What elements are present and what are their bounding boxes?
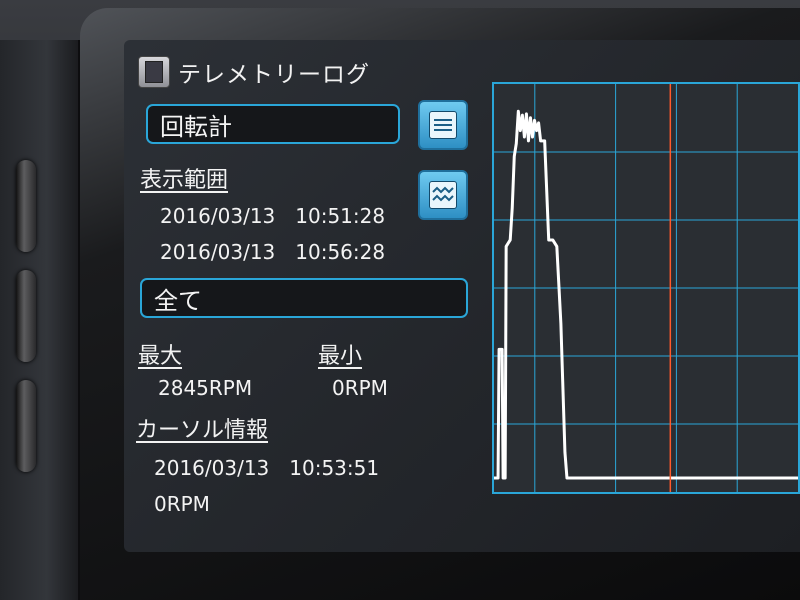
cursor-value: 0RPM bbox=[154, 492, 210, 516]
list-view-button[interactable] bbox=[418, 100, 468, 150]
max-heading: 最大 bbox=[138, 344, 183, 369]
max-value: 2845RPM bbox=[158, 376, 253, 400]
document-icon bbox=[138, 56, 170, 88]
filter-select-value: 全て bbox=[154, 286, 202, 315]
waveform-icon bbox=[429, 181, 457, 209]
graph-view-button[interactable] bbox=[418, 170, 468, 220]
hardware-button-2[interactable] bbox=[16, 270, 36, 362]
screen: テレメトリーログ 回転計 表示範囲 2016/03/13 10:51:28 20… bbox=[124, 40, 800, 552]
device-side-panel bbox=[0, 40, 80, 600]
hardware-button-1[interactable] bbox=[16, 160, 36, 252]
sensor-select-value: 回転計 bbox=[160, 112, 232, 141]
cursor-time: 2016/03/13 10:53:51 bbox=[154, 456, 380, 480]
min-value: 0RPM bbox=[332, 376, 388, 400]
display-range-heading: 表示範囲 bbox=[140, 168, 229, 193]
graph-canvas[interactable] bbox=[494, 84, 798, 492]
app-title: テレメトリーログ bbox=[178, 62, 370, 88]
rpm-trace-line bbox=[494, 109, 798, 480]
sensor-select[interactable]: 回転計 bbox=[146, 104, 400, 144]
filter-select[interactable]: 全て bbox=[140, 278, 468, 318]
cursor-info-heading: カーソル情報 bbox=[136, 418, 269, 443]
telemetry-graph[interactable] bbox=[492, 82, 800, 494]
title-bar: テレメトリーログ bbox=[138, 54, 498, 90]
hardware-button-3[interactable] bbox=[16, 380, 36, 472]
min-heading: 最小 bbox=[318, 344, 363, 369]
range-end: 2016/03/13 10:56:28 bbox=[160, 240, 386, 264]
list-icon bbox=[429, 111, 457, 139]
range-start: 2016/03/13 10:51:28 bbox=[160, 204, 386, 228]
